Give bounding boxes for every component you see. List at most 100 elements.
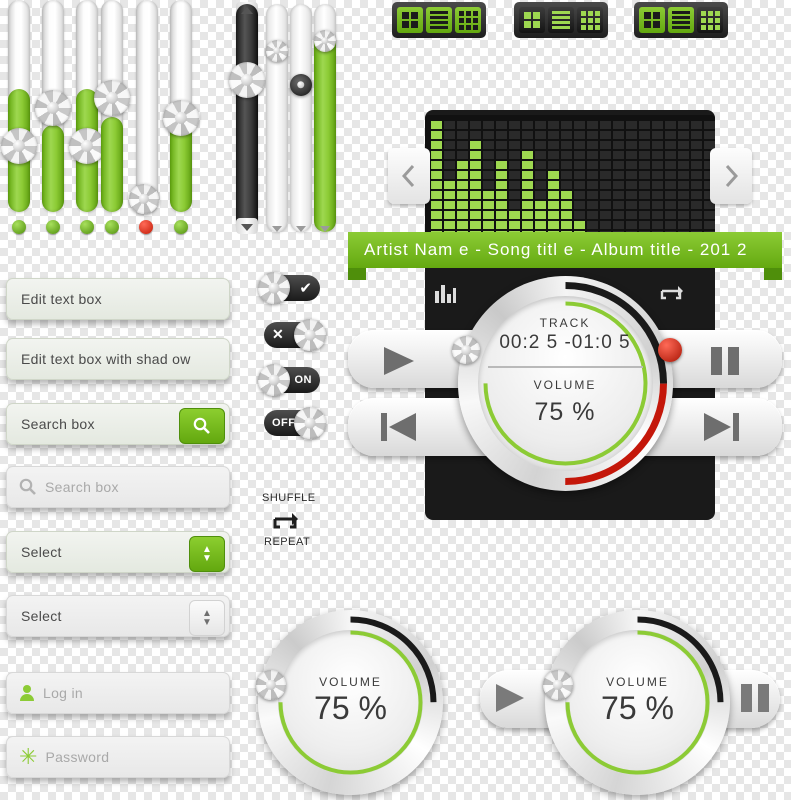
slider-white-1[interactable] bbox=[266, 4, 288, 232]
thumbnail-view-button[interactable] bbox=[455, 7, 481, 33]
slider-panel bbox=[0, 0, 340, 245]
search-icon bbox=[19, 478, 37, 496]
list-icon bbox=[672, 11, 690, 29]
password-field[interactable]: ✳ Password bbox=[6, 736, 230, 778]
slider-knob[interactable] bbox=[69, 128, 105, 164]
toggle-knob[interactable] bbox=[294, 319, 326, 351]
dial-knob[interactable] bbox=[543, 670, 573, 700]
toggle-knob[interactable] bbox=[258, 272, 290, 304]
chevron-updown-icon: ▲ ▼ bbox=[202, 608, 212, 628]
grid-view-button[interactable] bbox=[519, 7, 545, 33]
slider-6[interactable] bbox=[163, 0, 199, 212]
toggle-cross[interactable]: ✕ bbox=[264, 319, 326, 351]
track-label: TRACK bbox=[539, 316, 591, 330]
slider-knob[interactable] bbox=[229, 62, 265, 98]
play-icon bbox=[496, 684, 524, 712]
shuffle-label: SHUFFLE bbox=[262, 492, 316, 504]
dots-grid-icon bbox=[458, 10, 478, 30]
dial-knob-left[interactable] bbox=[452, 336, 480, 364]
volume-label: VOLUME bbox=[319, 675, 382, 689]
thumbnail-view-button[interactable] bbox=[697, 7, 723, 33]
slider-knob[interactable] bbox=[266, 40, 288, 62]
dial-knob-right[interactable] bbox=[658, 338, 682, 362]
dial-knob[interactable] bbox=[256, 670, 286, 700]
slider-knob[interactable] bbox=[290, 74, 312, 96]
login-field[interactable]: Log in bbox=[6, 672, 230, 714]
chevron-down-icon bbox=[296, 226, 306, 232]
next-page-button[interactable] bbox=[710, 148, 752, 204]
toggle-check[interactable]: ✔ bbox=[258, 272, 320, 304]
slider-fill bbox=[314, 32, 336, 232]
edit-text-box[interactable]: Edit text box bbox=[6, 278, 230, 320]
select-plain-stepper[interactable]: ▲ ▼ bbox=[189, 600, 225, 636]
view-group-3[interactable] bbox=[634, 2, 728, 38]
slider-white-2[interactable] bbox=[290, 4, 312, 232]
select-plain[interactable]: Select ▲ ▼ bbox=[6, 595, 230, 637]
play-button[interactable] bbox=[382, 346, 416, 381]
select-green-value: Select bbox=[21, 544, 62, 560]
list-view-button[interactable] bbox=[548, 7, 574, 33]
equalizer-icon bbox=[435, 285, 456, 303]
slider-green-tall[interactable] bbox=[314, 4, 336, 232]
chevron-down-icon bbox=[320, 226, 330, 232]
grid-icon bbox=[524, 12, 540, 28]
slider-1[interactable] bbox=[1, 0, 37, 212]
slider-knob[interactable] bbox=[129, 184, 159, 214]
toggle-knob[interactable] bbox=[294, 407, 326, 439]
list-view-button[interactable] bbox=[426, 7, 452, 33]
view-group-1[interactable] bbox=[392, 2, 486, 38]
search-box-green[interactable]: Search box bbox=[6, 403, 230, 445]
slider-3[interactable] bbox=[69, 0, 105, 212]
slider-knob[interactable] bbox=[94, 80, 130, 116]
repeat-button-standalone[interactable] bbox=[272, 512, 302, 539]
pause-button[interactable] bbox=[710, 346, 740, 381]
slider-dark[interactable] bbox=[229, 2, 265, 234]
toggle-knob[interactable] bbox=[258, 364, 290, 396]
next-track-button[interactable] bbox=[702, 412, 740, 447]
volume-dial-with-controls[interactable]: VOLUME 75 % bbox=[480, 610, 790, 795]
previous-track-button[interactable] bbox=[380, 412, 418, 447]
pause-icon bbox=[741, 684, 769, 712]
grid-view-button[interactable] bbox=[397, 7, 423, 33]
pause-button[interactable] bbox=[740, 683, 770, 718]
slider-2[interactable] bbox=[35, 0, 71, 212]
grid-icon bbox=[402, 12, 418, 28]
slider-5[interactable] bbox=[129, 0, 159, 214]
slider-4[interactable] bbox=[94, 0, 130, 212]
password-placeholder: Password bbox=[45, 749, 110, 765]
prev-page-button[interactable] bbox=[388, 148, 430, 204]
toggle-off[interactable]: OFF bbox=[264, 407, 326, 439]
toggle-on[interactable]: ON bbox=[258, 364, 320, 396]
chevron-left-icon bbox=[402, 165, 415, 187]
select-green-stepper[interactable]: ▲ ▼ bbox=[189, 536, 225, 572]
slider-knob[interactable] bbox=[314, 30, 336, 52]
chevron-up-icon bbox=[241, 7, 253, 14]
search-button[interactable] bbox=[179, 408, 225, 444]
player-volume-value: 75 % bbox=[534, 398, 596, 426]
edit-text-box-with-shadow[interactable]: Edit text box with shad ow bbox=[6, 338, 230, 380]
slider-1-indicator bbox=[12, 220, 26, 234]
repeat-icon bbox=[273, 513, 298, 529]
equalizer-button[interactable] bbox=[435, 285, 457, 308]
search-box-green-value: Search box bbox=[21, 416, 95, 432]
search-box-plain[interactable]: Search box bbox=[6, 466, 230, 508]
slider-6-indicator bbox=[174, 220, 188, 234]
volume-dial-standalone[interactable]: VOLUME 75 % bbox=[256, 610, 443, 795]
dots-grid-icon bbox=[580, 10, 600, 30]
select-green[interactable]: Select ▲ ▼ bbox=[6, 531, 230, 573]
dial-divider bbox=[488, 366, 643, 368]
next-track-icon bbox=[704, 413, 739, 441]
list-view-button[interactable] bbox=[668, 7, 694, 33]
play-icon bbox=[384, 347, 414, 375]
slider-track bbox=[236, 4, 258, 232]
slider-knob[interactable] bbox=[35, 90, 71, 126]
thumbnail-view-button[interactable] bbox=[577, 7, 603, 33]
slider-track bbox=[136, 0, 158, 212]
banner-notch-left bbox=[348, 268, 366, 280]
slider-knob[interactable] bbox=[1, 128, 37, 164]
repeat-label: REPEAT bbox=[264, 536, 311, 548]
view-group-2[interactable] bbox=[514, 2, 608, 38]
grid-view-button[interactable] bbox=[639, 7, 665, 33]
play-button[interactable] bbox=[494, 683, 526, 718]
slider-knob[interactable] bbox=[163, 100, 199, 136]
